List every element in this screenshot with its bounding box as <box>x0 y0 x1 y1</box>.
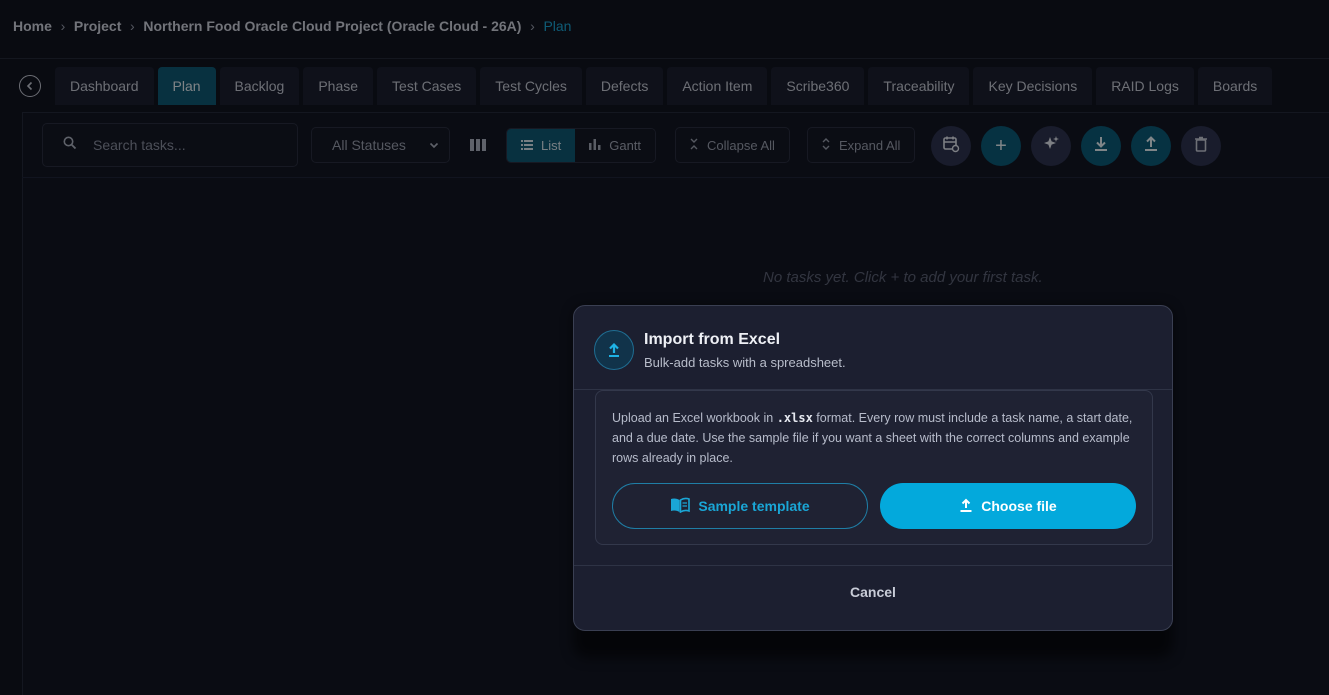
cancel-button[interactable]: Cancel <box>574 584 1172 600</box>
dialog-title: Import from Excel <box>644 331 781 348</box>
choose-file-button[interactable]: Choose file <box>880 483 1136 529</box>
book-open-icon <box>670 497 691 516</box>
dialog-header: Import from Excel Bulk-add tasks with a … <box>574 306 1172 390</box>
footer-divider <box>574 565 1172 566</box>
upload-icon <box>959 498 973 515</box>
file-format-code: .xlsx <box>776 411 813 425</box>
dialog-body-card: Upload an Excel workbook in .xlsx format… <box>595 390 1153 545</box>
choose-file-label: Choose file <box>981 498 1057 514</box>
import-excel-dialog: Import from Excel Bulk-add tasks with a … <box>573 305 1173 631</box>
sample-template-label: Sample template <box>698 498 810 514</box>
upload-icon <box>594 330 634 370</box>
description-text: Upload an Excel workbook in <box>612 411 777 425</box>
sample-template-button[interactable]: Sample template <box>612 483 868 529</box>
dialog-subtitle: Bulk-add tasks with a spreadsheet. <box>644 355 846 370</box>
dialog-description: Upload an Excel workbook in .xlsx format… <box>612 408 1142 468</box>
